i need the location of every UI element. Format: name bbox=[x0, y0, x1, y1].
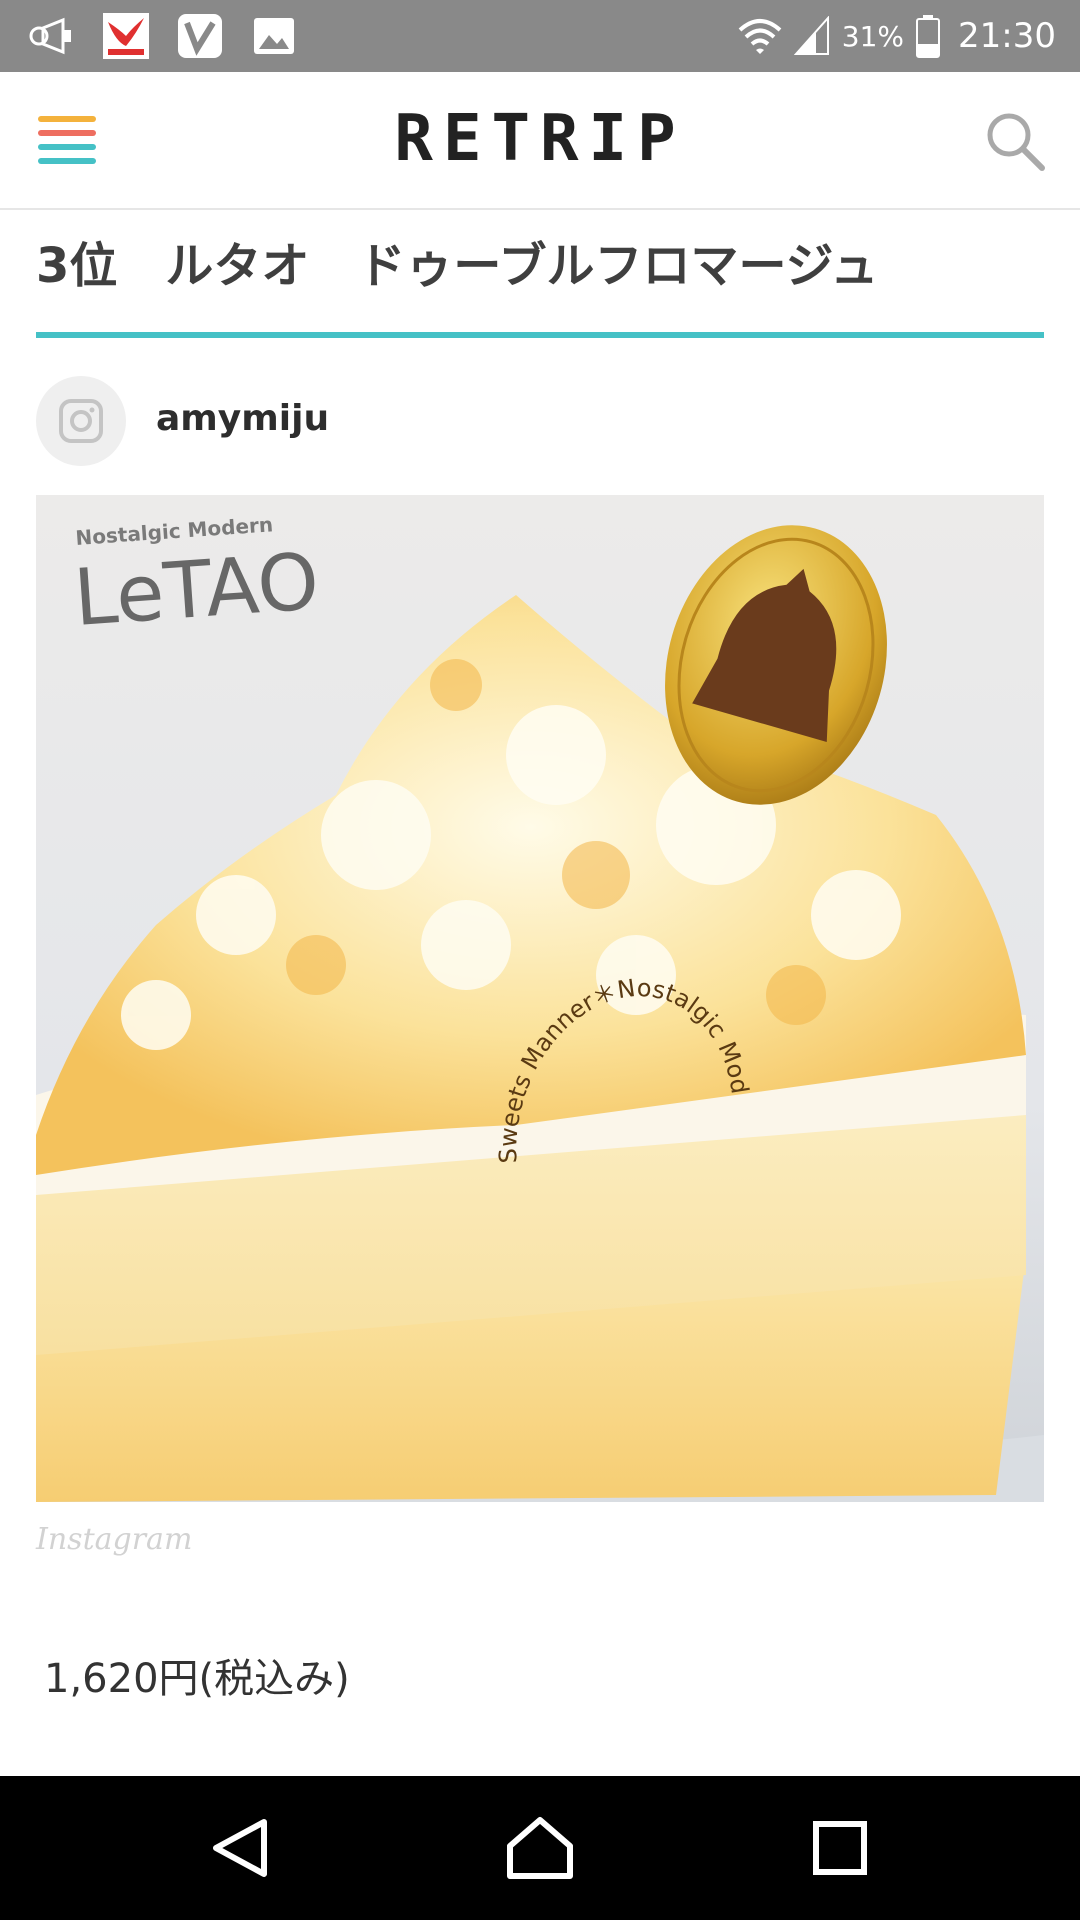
recents-square-icon[interactable] bbox=[804, 1816, 876, 1880]
navigation-bar bbox=[0, 1776, 1080, 1920]
price-text: 1,620円(税込み) bbox=[44, 1656, 350, 1702]
back-triangle-icon[interactable] bbox=[206, 1816, 278, 1880]
cellular-signal-icon bbox=[793, 16, 829, 55]
home-icon[interactable] bbox=[504, 1816, 576, 1880]
instagram-icon bbox=[59, 399, 103, 443]
wifi-icon bbox=[738, 19, 782, 54]
megaphone-icon bbox=[28, 12, 76, 60]
app-header: RETRIP bbox=[0, 72, 1080, 210]
battery-percent: 31% bbox=[841, 19, 905, 53]
battery-icon bbox=[916, 15, 941, 58]
brand-logo[interactable]: RETRIP bbox=[0, 102, 1080, 176]
notification-icons bbox=[28, 12, 298, 60]
heading-underline bbox=[36, 332, 1044, 338]
svg-text:LeTAO: LeTAO bbox=[71, 537, 322, 644]
image-icon bbox=[250, 12, 298, 60]
search-icon[interactable] bbox=[984, 110, 1046, 172]
status-bar: 31% 21:30 bbox=[0, 0, 1080, 72]
iy-card-app-icon bbox=[102, 12, 150, 60]
photo-caption[interactable]: Instagram bbox=[36, 1522, 192, 1557]
v-app-icon bbox=[176, 12, 224, 60]
source-username[interactable]: amymiju bbox=[156, 398, 329, 439]
source-avatar[interactable] bbox=[36, 376, 126, 466]
status-clock: 21:30 bbox=[958, 16, 1056, 56]
system-status: 31% 21:30 bbox=[738, 12, 1056, 60]
cake-photo[interactable]: Nostalgic Modern LeTAO Sweets Manner＊Nos… bbox=[36, 495, 1044, 1502]
section-heading: 3位 ルタオ ドゥーブルフロマージュ bbox=[36, 238, 879, 294]
